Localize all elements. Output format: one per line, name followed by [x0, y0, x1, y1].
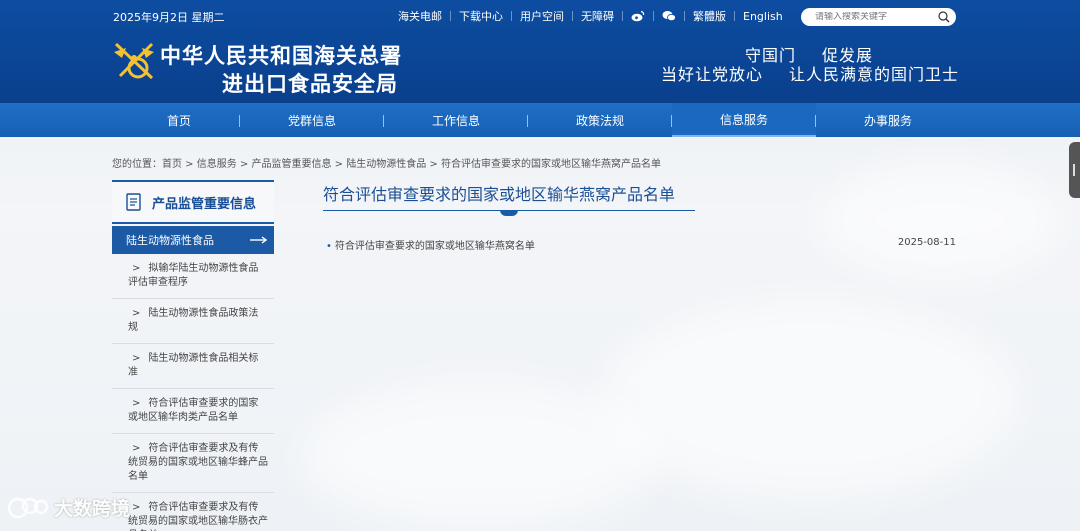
nav-home[interactable]: 首页 [107, 103, 251, 137]
divider [450, 11, 451, 21]
sidebar-item-label: 陆生动物源性食品相关标准 [128, 353, 259, 378]
chevron-right-icon: > [132, 308, 141, 319]
search-icon[interactable] [938, 11, 950, 23]
divider [734, 11, 735, 21]
sidebar-header: 产品监管重要信息 [112, 180, 274, 224]
main-nav: 首页 党群信息 工作信息 政策法规 信息服务 办事服务 [0, 103, 1080, 137]
background-cloud [600, 300, 1020, 500]
link-user-space[interactable]: 用户空间 [520, 8, 564, 24]
top-links: 海关电邮 下载中心 用户空间 无障碍 繁體版 English [398, 8, 783, 24]
article-link[interactable]: • 符合评估审查要求的国家或地区输华燕窝名单 [326, 237, 535, 252]
chevron-right-icon: > [132, 353, 141, 364]
article-title: 符合评估审查要求的国家或地区输华燕窝名单 [334, 241, 535, 252]
sidebar: 产品监管重要信息 陆生动物源性食品 > 拟输华陆生动物源性食品评估审查程序 > 陆生… [112, 180, 274, 531]
current-date: 2025年9月2日 星期二 [113, 11, 225, 24]
chevron-right-icon: > [132, 443, 141, 454]
sidebar-item-standards[interactable]: > 陆生动物源性食品相关标准 [112, 344, 274, 389]
title-underline-notch [500, 210, 518, 216]
nav-info-service[interactable]: 信息服务 [672, 103, 816, 137]
sidebar-item-meat-list[interactable]: > 符合评估审查要求的国家或地区输华肉类产品名单 [112, 389, 274, 434]
watermark-text: 大数跨境 [54, 498, 131, 520]
sidebar-item-policies[interactable]: > 陆生动物源性食品政策法规 [112, 299, 274, 344]
link-accessibility[interactable]: 无障碍 [581, 8, 614, 24]
link-customs-email[interactable]: 海关电邮 [398, 8, 442, 24]
chevron-right-icon: > [132, 263, 141, 274]
arrow-right-icon [250, 236, 268, 244]
search-input[interactable] [815, 12, 935, 22]
sidebar-category-active[interactable]: 陆生动物源性食品 [112, 226, 274, 254]
customs-emblem-icon [114, 42, 154, 80]
chevron-right-icon: > [132, 502, 141, 513]
divider [684, 11, 685, 21]
divider [511, 11, 512, 21]
bullet-icon: • [326, 241, 332, 252]
sidebar-category-label: 陆生动物源性食品 [126, 234, 214, 247]
chevron-right-icon: > [132, 398, 141, 409]
org-name-line2: 进出口食品安全局 [222, 71, 398, 96]
sidebar-item-assessment-procedure[interactable]: > 拟输华陆生动物源性食品评估审查程序 [112, 254, 274, 299]
sidebar-item-label: 符合评估审查要求及有传统贸易的国家或地区输华肠衣产品名单 [128, 502, 268, 531]
handle-grip [1073, 164, 1075, 176]
watermark-logo-icon [8, 497, 49, 518]
sidebar-list: > 拟输华陆生动物源性食品评估审查程序 > 陆生动物源性食品政策法规 > 陆生动物源性… [112, 254, 274, 531]
nav-party-info[interactable]: 党群信息 [240, 103, 384, 137]
page-title: 符合评估审查要求的国家或地区输华燕窝产品名单 [323, 185, 676, 204]
wechat-icon[interactable] [662, 10, 676, 22]
org-name-line1: 中华人民共和国海关总署 [160, 43, 402, 68]
slogan-line2: 当好让党放心 让人民满意的国门卫士 [661, 61, 959, 85]
slogan-part: 让人民满意的国门卫士 [789, 65, 960, 84]
nav-online-service[interactable]: 办事服务 [816, 103, 960, 137]
search-box [801, 8, 956, 26]
site-header: 2025年9月2日 星期二 海关电邮 下载中心 用户空间 无障碍 繁體版 Eng… [0, 0, 1080, 103]
document-icon [126, 193, 141, 211]
divider [622, 11, 623, 21]
sidebar-item-casings-list[interactable]: >符合评估审查要求及有传统贸易的国家或地区输华肠衣产品名单 [112, 493, 274, 531]
sidebar-item-label: 符合评估审查要求及有传统贸易的国家或地区输华蜂产品名单 [128, 443, 268, 482]
article-date: 2025-08-11 [897, 237, 956, 248]
weibo-icon[interactable] [631, 10, 645, 22]
sidebar-title: 产品监管重要信息 [152, 196, 257, 212]
list-item: • 符合评估审查要求的国家或地区输华燕窝名单 2025-08-11 [326, 237, 956, 252]
breadcrumb[interactable]: 您的位置：首页 > 信息服务 > 产品监管重要信息 > 陆生动物源性食品 > 符… [112, 155, 661, 170]
side-scroll-handle[interactable] [1069, 142, 1080, 198]
background-cloud [300, 380, 660, 530]
link-traditional-chinese[interactable]: 繁體版 [693, 8, 726, 24]
link-english[interactable]: English [743, 10, 783, 23]
watermark: 大数跨境 [8, 494, 130, 521]
sidebar-item-label: 拟输华陆生动物源性食品评估审查程序 [128, 263, 259, 288]
link-download-center[interactable]: 下载中心 [459, 8, 503, 24]
divider [572, 11, 573, 21]
slogan-part: 当好让党放心 [661, 65, 764, 84]
nav-policies[interactable]: 政策法规 [528, 103, 672, 137]
divider [653, 11, 654, 21]
nav-work-info[interactable]: 工作信息 [384, 103, 528, 137]
background-cloud [820, 160, 1060, 280]
sidebar-item-bee-products-list[interactable]: > 符合评估审查要求及有传统贸易的国家或地区输华蜂产品名单 [112, 434, 274, 493]
sidebar-item-label: 符合评估审查要求的国家或地区输华肉类产品名单 [128, 398, 259, 423]
sidebar-item-label: 陆生动物源性食品政策法规 [128, 308, 259, 333]
